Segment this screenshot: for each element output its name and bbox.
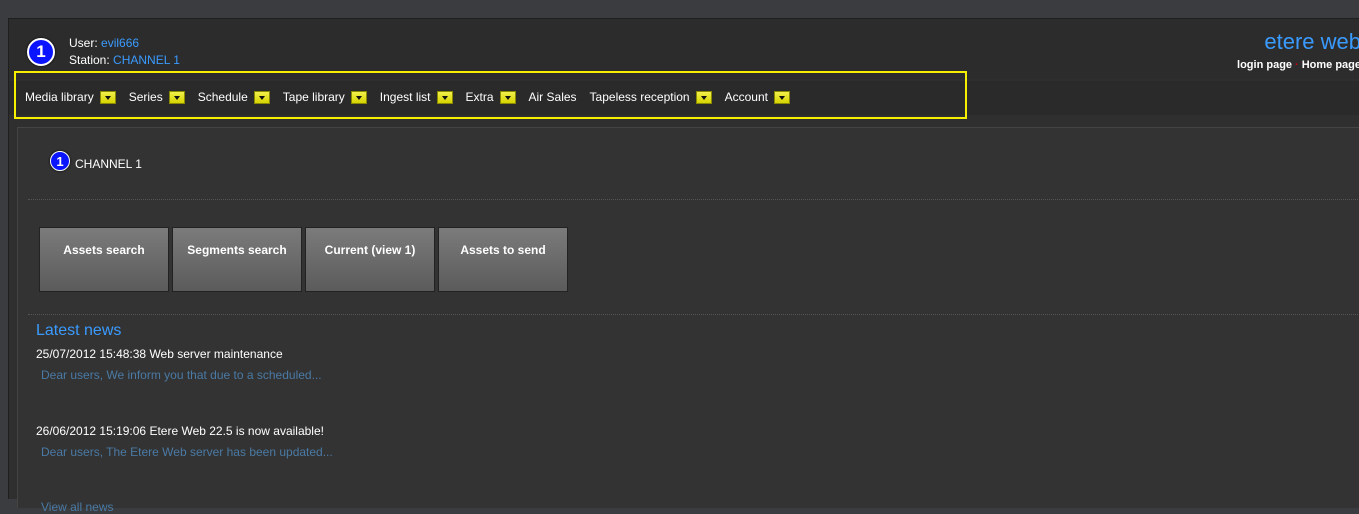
dropdown-arrow-icon[interactable] <box>499 90 516 104</box>
station-label: Station: <box>69 53 110 67</box>
divider <box>28 199 1359 200</box>
menu-item-media-library[interactable]: Media library <box>25 90 116 104</box>
station-title: CHANNEL 1 <box>75 157 142 171</box>
menu-item-label: Extra <box>465 90 494 104</box>
home-page-link[interactable]: Home page <box>1302 59 1359 71</box>
news-headline: 25/07/2012 15:48:38 Web server maintenan… <box>36 347 283 361</box>
news-snippet-link[interactable]: Dear users, The Etere Web server has bee… <box>41 445 333 459</box>
menu-item-label: Air Sales <box>528 90 577 104</box>
latest-news-title: Latest news <box>36 322 122 339</box>
quick-actions: Assets search Segments search Current (vie… <box>39 227 571 292</box>
segments-search-button[interactable]: Segments search <box>172 227 302 292</box>
news-headline: 26/06/2012 15:19:06 Etere Web 22.5 is no… <box>36 424 324 438</box>
login-page-link[interactable]: login page <box>1237 59 1292 71</box>
top-links: login page · Home page <box>1237 59 1359 71</box>
menu-item-series[interactable]: Series <box>129 90 185 104</box>
station-link[interactable]: CHANNEL 1 <box>113 53 180 67</box>
header: 1 User: evil666 Station: CHANNEL 1 etere… <box>9 19 1359 79</box>
dropdown-arrow-icon[interactable] <box>695 90 712 104</box>
content-panel: 1 CHANNEL 1 Assets search Segments search… <box>17 127 1359 514</box>
separator-dot: · <box>1295 59 1299 71</box>
menu-item-label: Ingest list <box>379 90 431 104</box>
station-badge: 1 <box>50 151 70 171</box>
dropdown-arrow-icon[interactable] <box>436 90 453 104</box>
menu-item-air-sales[interactable]: Air Sales <box>529 90 577 104</box>
menu-item-label: Media library <box>25 90 94 104</box>
menu-item-account[interactable]: Account <box>725 90 790 104</box>
user-info: User: evil666 Station: CHANNEL 1 <box>69 35 180 69</box>
username-link[interactable]: evil666 <box>101 36 139 50</box>
menu-item-label: Account <box>724 90 768 104</box>
dropdown-arrow-icon[interactable] <box>168 90 185 104</box>
menu-item-label: Series <box>128 90 163 104</box>
station-number-badge: 1 <box>27 38 55 66</box>
menu-item-label: Schedule <box>197 90 248 104</box>
assets-to-send-button[interactable]: Assets to send <box>438 227 568 292</box>
dropdown-arrow-icon[interactable] <box>253 90 270 104</box>
menu-item-label: Tapeless reception <box>589 90 690 104</box>
current-view-1-button[interactable]: Current (view 1) <box>305 227 435 292</box>
main-menu: Media library Series Schedule Tape library I… <box>25 90 803 104</box>
menu-item-extra[interactable]: Extra <box>466 90 516 104</box>
divider <box>28 314 1359 315</box>
dropdown-arrow-icon[interactable] <box>350 90 367 104</box>
menu-item-tapeless-reception[interactable]: Tapeless reception <box>590 90 712 104</box>
menu-item-ingest-list[interactable]: Ingest list <box>380 90 453 104</box>
news-snippet-link[interactable]: Dear users, We inform you that due to a … <box>41 368 322 382</box>
dropdown-arrow-icon[interactable] <box>99 90 116 104</box>
main-frame: 1 User: evil666 Station: CHANNEL 1 etere… <box>8 18 1359 514</box>
user-label: User: <box>69 36 98 50</box>
view-all-news-link[interactable]: View all news <box>41 500 113 514</box>
brand-logo: etere web <box>1264 29 1359 54</box>
menu-item-schedule[interactable]: Schedule <box>198 90 270 104</box>
dropdown-arrow-icon[interactable] <box>773 90 790 104</box>
menu-item-tape-library[interactable]: Tape library <box>283 90 367 104</box>
assets-search-button[interactable]: Assets search <box>39 227 169 292</box>
menu-item-label: Tape library <box>282 90 345 104</box>
